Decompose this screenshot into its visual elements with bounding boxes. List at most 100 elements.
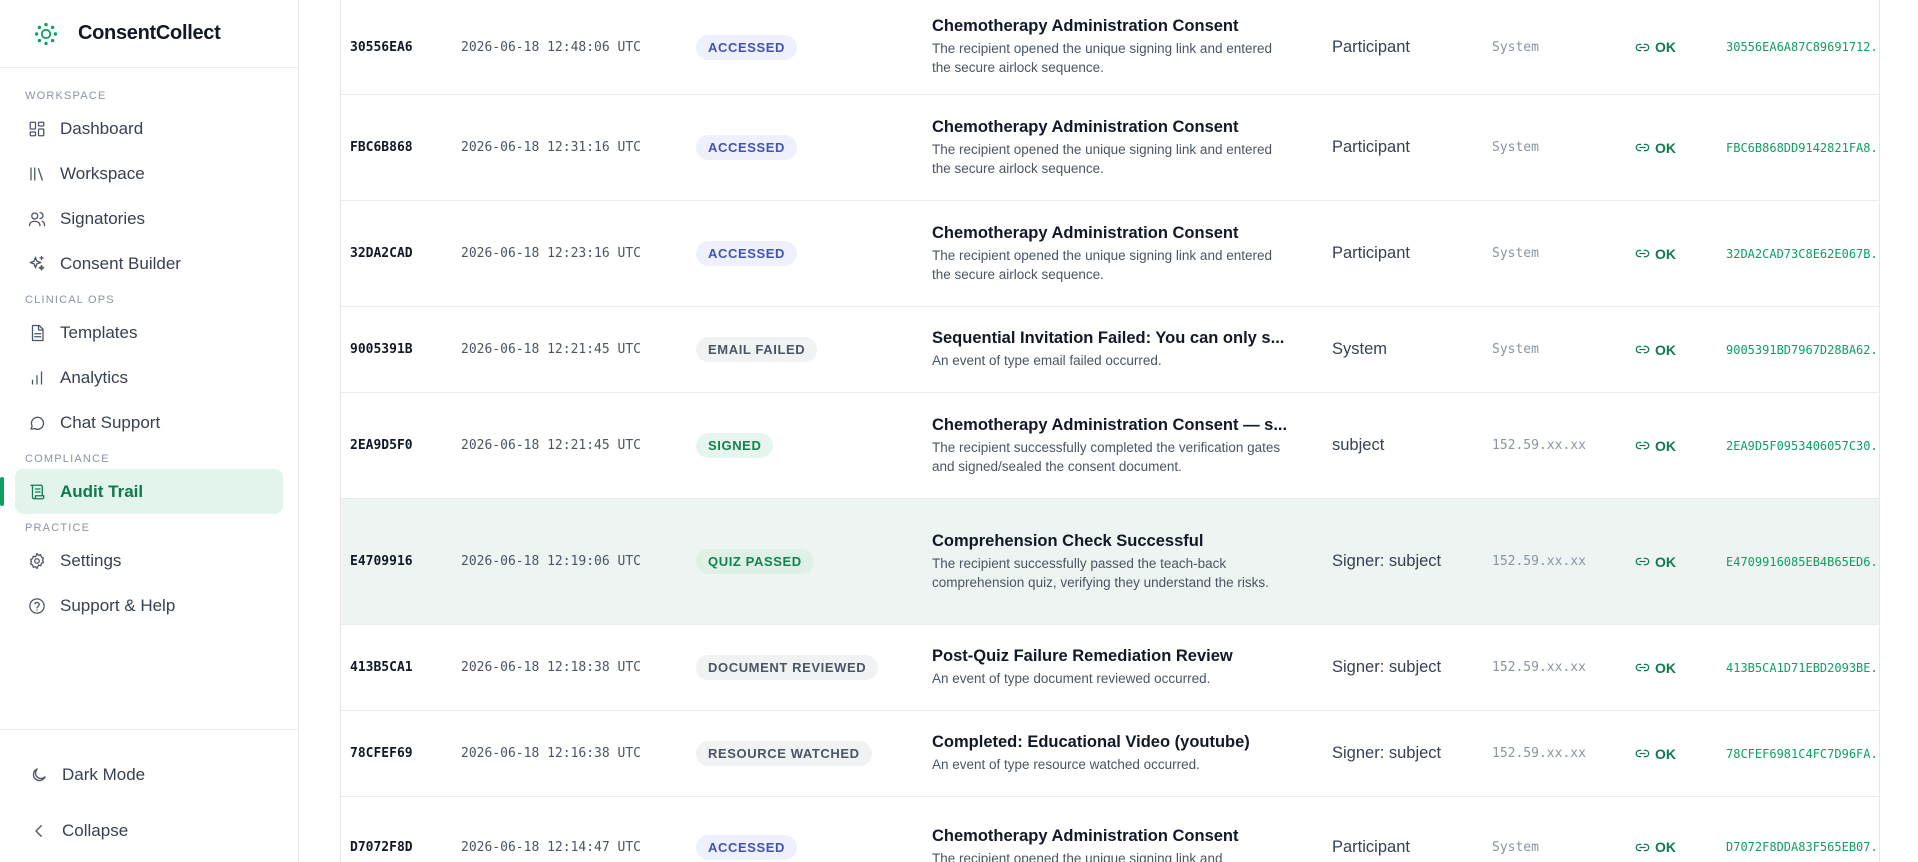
event-detail: The recipient opened the unique signing … (932, 247, 1272, 282)
event-actor: System (1332, 340, 1388, 358)
event-timestamp: 2026-06-18 12:23:16 UTC (461, 246, 642, 261)
event-hash[interactable]: 30556EA6A87C89691712... (1726, 0, 1879, 94)
event-timestamp: 2026-06-18 12:16:38 UTC (461, 746, 642, 761)
event-id: E4709916 (350, 554, 413, 569)
sidebar-item-consent-builder[interactable]: Consent Builder (0, 241, 283, 286)
document-icon (28, 324, 46, 342)
table-row[interactable]: FBC6B868 2026-06-18 12:31:16 UTC ACCESSE… (341, 95, 1879, 201)
event-type-badge: QUIZ PASSED (696, 549, 814, 574)
nav-section-workspace: WORKSPACE (25, 90, 107, 102)
sidebar-item-audit-trail[interactable]: Audit Trail (0, 469, 283, 514)
brand-header[interactable]: ConsentCollect (0, 0, 298, 68)
event-description: Chemotherapy Administration Consent The … (932, 797, 1292, 862)
event-timestamp: 2026-06-18 12:18:38 UTC (461, 660, 642, 675)
table-row[interactable]: 413B5CA1 2026-06-18 12:18:38 UTC DOCUMEN… (341, 625, 1879, 711)
event-title: Chemotherapy Administration Consent — s.… (932, 415, 1288, 434)
sidebar-item-settings[interactable]: Settings (0, 538, 283, 583)
brand-logo-icon (34, 22, 58, 46)
sparkles-icon (28, 255, 46, 273)
sidebar-item-chat-support[interactable]: Chat Support (0, 400, 283, 445)
event-type-badge: ACCESSED (696, 834, 798, 860)
event-description: Chemotherapy Administration Consent The … (932, 201, 1292, 306)
integrity-status[interactable]: OK (1635, 625, 1676, 710)
event-timestamp: 2026-06-18 12:14:47 UTC (461, 839, 642, 855)
event-title: Sequential Invitation Failed: You can on… (932, 329, 1285, 347)
integrity-status[interactable]: OK (1635, 499, 1676, 624)
integrity-status[interactable]: OK (1635, 0, 1676, 94)
event-timestamp: 2026-06-18 12:48:06 UTC (461, 39, 642, 55)
event-ip: 152.59.xx.xx (1492, 438, 1586, 453)
integrity-status[interactable]: OK (1635, 307, 1676, 392)
event-timestamp: 2026-06-18 12:31:16 UTC (461, 140, 642, 155)
link-icon (1635, 441, 1650, 450)
integrity-status-text: OK (1655, 659, 1676, 676)
event-hash[interactable]: 413B5CA1D71EBD2093BE... (1726, 625, 1879, 710)
event-hash[interactable]: 9005391BD7967D28BA62... (1726, 307, 1879, 392)
sidebar-item-label: Chat Support (60, 412, 161, 432)
collapse-button[interactable]: Collapse (0, 803, 299, 859)
event-id: 2EA9D5F0 (350, 438, 413, 453)
event-hash[interactable]: E4709916085EB4B65ED6... (1726, 499, 1879, 624)
integrity-status-text: OK (1655, 245, 1676, 262)
link-icon (1635, 557, 1650, 566)
event-hash[interactable]: 2EA9D5F0953406057C30... (1726, 393, 1879, 498)
integrity-status-text: OK (1655, 139, 1676, 156)
event-hash[interactable]: D7072F8DDA83F565EB07... (1726, 797, 1879, 862)
integrity-status-text: OK (1655, 341, 1676, 358)
sidebar-item-templates[interactable]: Templates (0, 310, 283, 355)
table-row[interactable]: 78CFEF69 2026-06-18 12:16:38 UTC RESOURC… (341, 711, 1879, 797)
event-hash[interactable]: 32DA2CAD73C8E62E067B... (1726, 201, 1879, 306)
integrity-status[interactable]: OK (1635, 711, 1676, 796)
event-title: Chemotherapy Administration Consent (932, 117, 1239, 136)
sidebar-item-workspace[interactable]: Workspace (0, 151, 283, 196)
event-actor: Participant (1332, 244, 1410, 262)
integrity-status[interactable]: OK (1635, 201, 1676, 306)
integrity-status-text: OK (1655, 39, 1676, 55)
sidebar-item-label: Settings (60, 550, 122, 570)
event-id: 32DA2CAD (350, 246, 413, 261)
event-description: Comprehension Check Successful The recip… (932, 499, 1292, 624)
link-icon (1635, 43, 1650, 51)
dark-mode-label: Dark Mode (62, 765, 146, 784)
event-actor: Participant (1332, 138, 1410, 156)
sidebar-item-analytics[interactable]: Analytics (0, 355, 283, 400)
event-actor: Signer: subject (1332, 744, 1442, 762)
sidebar-item-label: Audit Trail (60, 481, 144, 501)
table-row[interactable]: 9005391B 2026-06-18 12:21:45 UTC EMAIL F… (341, 307, 1879, 393)
event-description: Sequential Invitation Failed: You can on… (932, 307, 1292, 392)
sidebar-item-label: Signatories (60, 208, 146, 228)
nav-section-practice: PRACTICE (25, 522, 91, 534)
scroll-icon (28, 483, 46, 501)
table-row[interactable]: 2EA9D5F0 2026-06-18 12:21:45 UTC SIGNED … (341, 393, 1879, 499)
table-row[interactable]: 30556EA6 2026-06-18 12:48:06 UTC ACCESSE… (341, 0, 1879, 95)
event-ip: 152.59.xx.xx (1492, 746, 1586, 761)
integrity-status[interactable]: OK (1635, 393, 1676, 498)
table-row[interactable]: E4709916 2026-06-18 12:19:06 UTC QUIZ PA… (341, 499, 1879, 625)
sidebar-item-signatories[interactable]: Signatories (0, 196, 283, 241)
sidebar-nav: WORKSPACE Dashboard Workspace Signatorie… (0, 68, 298, 628)
event-hash[interactable]: 78CFEF6981C4FC7D96FA... (1726, 711, 1879, 796)
event-hash[interactable]: FBC6B868DD9142821FA8... (1726, 95, 1879, 200)
integrity-status[interactable]: OK (1635, 797, 1676, 862)
event-id: 413B5CA1 (350, 660, 413, 675)
sidebar-item-dashboard[interactable]: Dashboard (0, 106, 283, 151)
event-timestamp: 2026-06-18 12:21:45 UTC (461, 438, 642, 453)
event-type-badge: ACCESSED (696, 34, 798, 60)
event-ip: System (1492, 342, 1539, 357)
dark-mode-toggle[interactable]: Dark Mode (0, 747, 299, 803)
sidebar-item-label: Templates (60, 322, 138, 342)
event-detail: The recipient successfully passed the te… (932, 555, 1269, 590)
event-title: Chemotherapy Administration Consent (932, 17, 1239, 35)
integrity-status[interactable]: OK (1635, 95, 1676, 200)
event-timestamp: 2026-06-18 12:19:06 UTC (461, 554, 642, 569)
event-type-badge: EMAIL FAILED (696, 337, 818, 362)
event-detail: An event of type document reviewed occur… (932, 671, 1211, 686)
event-description: Completed: Educational Video (youtube) A… (932, 711, 1292, 796)
sidebar-item-support-help[interactable]: Support & Help (0, 583, 283, 628)
table-row[interactable]: 32DA2CAD 2026-06-18 12:23:16 UTC ACCESSE… (341, 201, 1879, 307)
table-row[interactable]: D7072F8D 2026-06-18 12:14:47 UTC ACCESSE… (341, 797, 1879, 862)
link-icon (1635, 749, 1650, 758)
event-type-badge: SIGNED (696, 433, 774, 458)
link-icon (1635, 663, 1650, 672)
event-detail: An event of type email failed occurred. (932, 353, 1162, 368)
